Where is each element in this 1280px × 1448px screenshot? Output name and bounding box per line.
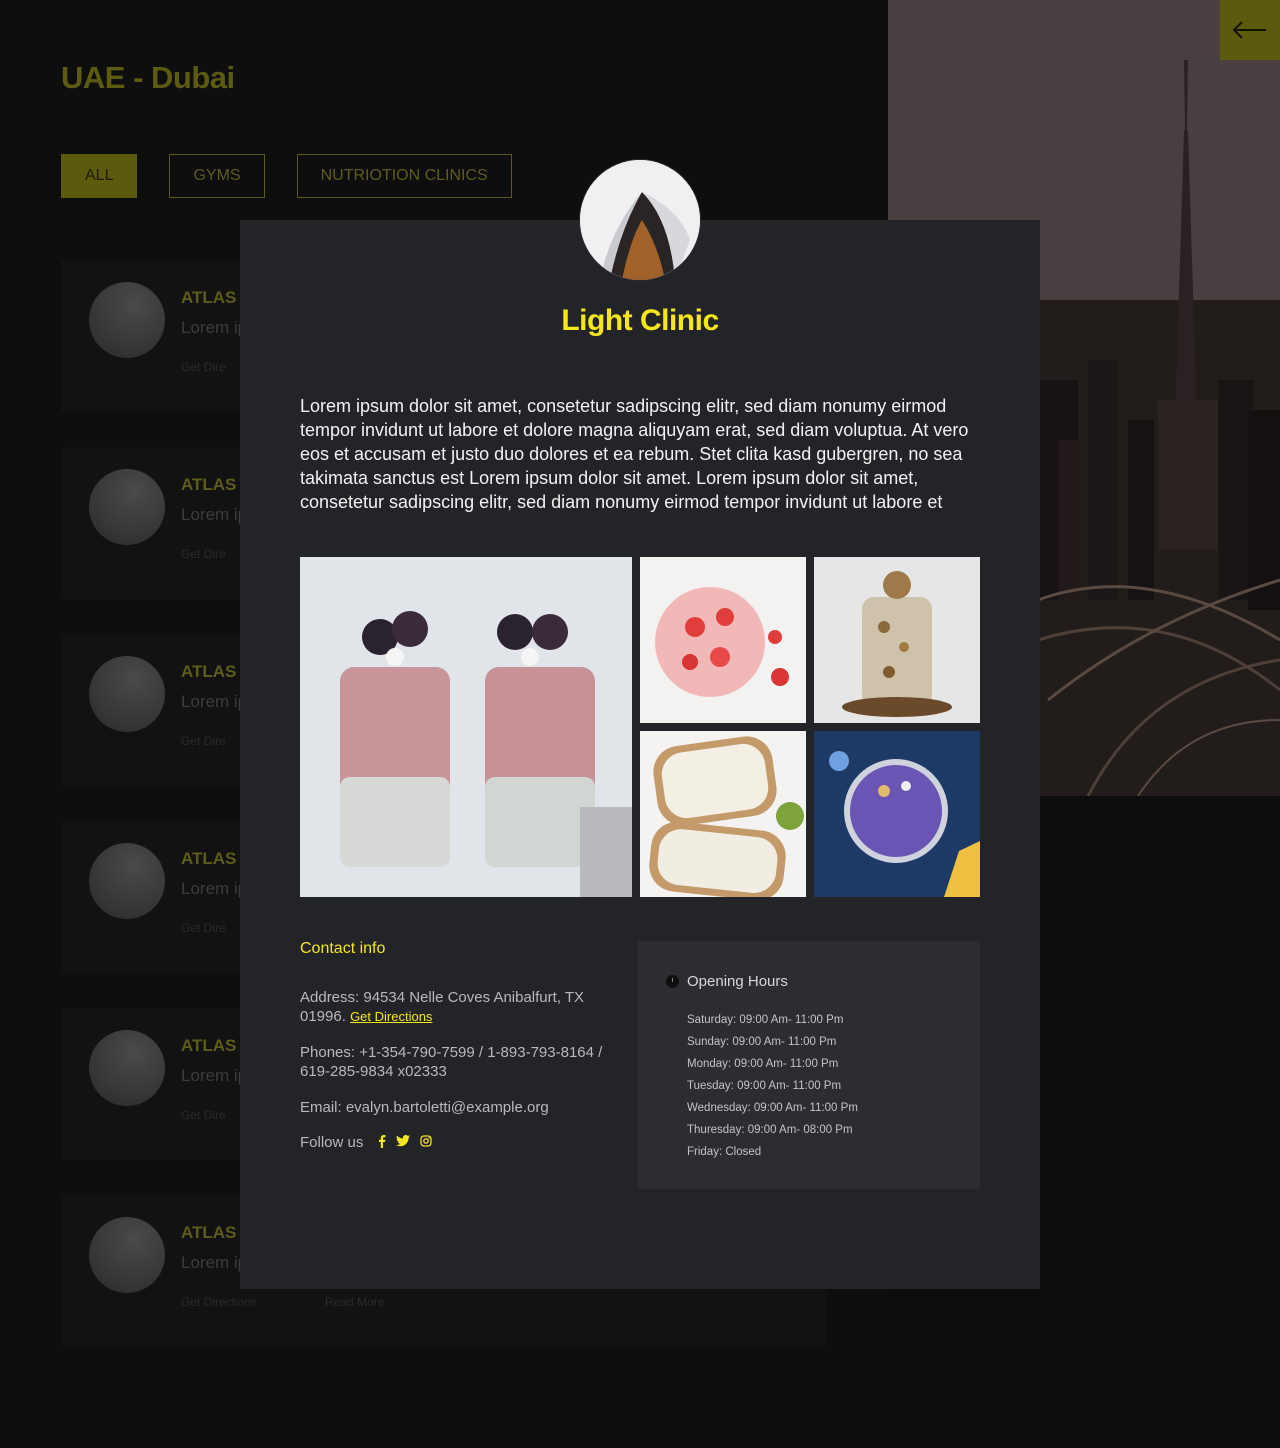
gallery-photo-acai-bowl[interactable] <box>814 731 980 897</box>
facebook-icon[interactable] <box>377 1134 386 1151</box>
contact-info-heading: Contact info <box>300 940 386 957</box>
card-text: Lorem ip <box>181 879 248 898</box>
social-links <box>377 1134 433 1151</box>
get-directions-link[interactable]: Get Dire <box>181 547 226 561</box>
hours-row: Tuesday: 09:00 Am- 11:00 Pm <box>687 1080 842 1092</box>
get-directions-link[interactable]: Get Directions <box>350 1009 432 1024</box>
card-text: Lorem ip <box>181 1066 248 1085</box>
email-text: Email: evalyn.bartoletti@example.org <box>300 1099 549 1116</box>
hours-row: Monday: 09:00 Am- 11:00 Pm <box>687 1058 839 1070</box>
gallery-photo-strawberry-bowl[interactable] <box>640 557 806 723</box>
contact-info-section: Contact info Address: 94534 Nelle Coves … <box>300 940 610 1151</box>
avatar <box>89 843 165 919</box>
read-more-link[interactable]: Read More <box>325 1295 384 1309</box>
hours-row: Thuresday: 09:00 Am- 08:00 Pm <box>687 1124 853 1136</box>
clinic-logo-avatar <box>580 160 700 280</box>
opening-hours-heading: Opening Hours <box>687 973 788 990</box>
arrow-left-icon <box>1232 21 1266 39</box>
avatar <box>89 469 165 545</box>
clock-icon <box>666 975 679 988</box>
card-text: Lorem ip <box>181 505 248 524</box>
clinic-name: Light Clinic <box>561 304 719 337</box>
filter-nutrition-clinics-button[interactable]: NUTRIOTION CLINICS <box>296 154 512 198</box>
instagram-icon[interactable] <box>420 1135 433 1150</box>
get-directions-link[interactable]: Get Directions <box>181 1295 257 1309</box>
opening-hours-list: Saturday: 09:00 Am- 11:00 Pm Sunday: 09:… <box>687 1009 858 1163</box>
get-directions-link[interactable]: Get Dire <box>181 1108 226 1122</box>
filter-all-button[interactable]: ALL <box>61 154 138 198</box>
clinic-description: Lorem ipsum dolor sit amet, consetetur s… <box>300 396 969 512</box>
opening-hours-panel: Opening Hours Saturday: 09:00 Am- 11:00 … <box>638 941 980 1189</box>
hours-row: Sunday: 09:00 Am- 11:00 Pm <box>687 1036 837 1048</box>
photo-gallery <box>300 557 980 897</box>
filter-gyms-button[interactable]: GYMS <box>169 154 265 198</box>
address-value: Address: 94534 Nelle Coves Anibalfurt, T… <box>300 989 585 1025</box>
follow-us-row: Follow us <box>300 1134 610 1151</box>
back-button[interactable] <box>1220 0 1280 60</box>
hours-row: Wednesday: 09:00 Am- 11:00 Pm <box>687 1102 858 1114</box>
avatar <box>89 656 165 732</box>
avatar <box>89 1030 165 1106</box>
get-directions-link[interactable]: Get Dire <box>181 734 226 748</box>
page-title: UAE - Dubai <box>61 60 235 95</box>
avatar <box>89 1217 165 1293</box>
clinic-detail-modal: Light Clinic Lorem ipsum dolor sit amet,… <box>240 220 1040 1289</box>
address-text: Address: 94534 Nelle Coves Anibalfurt, T… <box>300 988 610 1026</box>
hours-row: Friday: Closed <box>687 1146 762 1158</box>
avatar <box>89 282 165 358</box>
card-text: Lorem ip <box>181 692 248 711</box>
gallery-photo-smoothie-jars[interactable] <box>300 557 632 897</box>
phones-text: Phones: +1-354-790-7599 / 1-893-793-8164… <box>300 1044 603 1080</box>
card-text: Lorem ip <box>181 318 248 337</box>
card-text: Lorem ip <box>181 1253 248 1272</box>
opening-hours-header: Opening Hours <box>666 973 788 990</box>
follow-us-label: Follow us <box>300 1134 364 1151</box>
get-directions-link[interactable]: Get Dire <box>181 360 226 374</box>
hours-row: Saturday: 09:00 Am- 11:00 Pm <box>687 1014 844 1026</box>
gallery-photo-toast[interactable] <box>640 731 806 897</box>
filter-bar: ALL GYMS NUTRIOTION CLINICS <box>61 154 512 198</box>
gallery-photo-granola-jar[interactable] <box>814 557 980 723</box>
twitter-icon[interactable] <box>396 1135 411 1150</box>
get-directions-link[interactable]: Get Dire <box>181 921 226 935</box>
